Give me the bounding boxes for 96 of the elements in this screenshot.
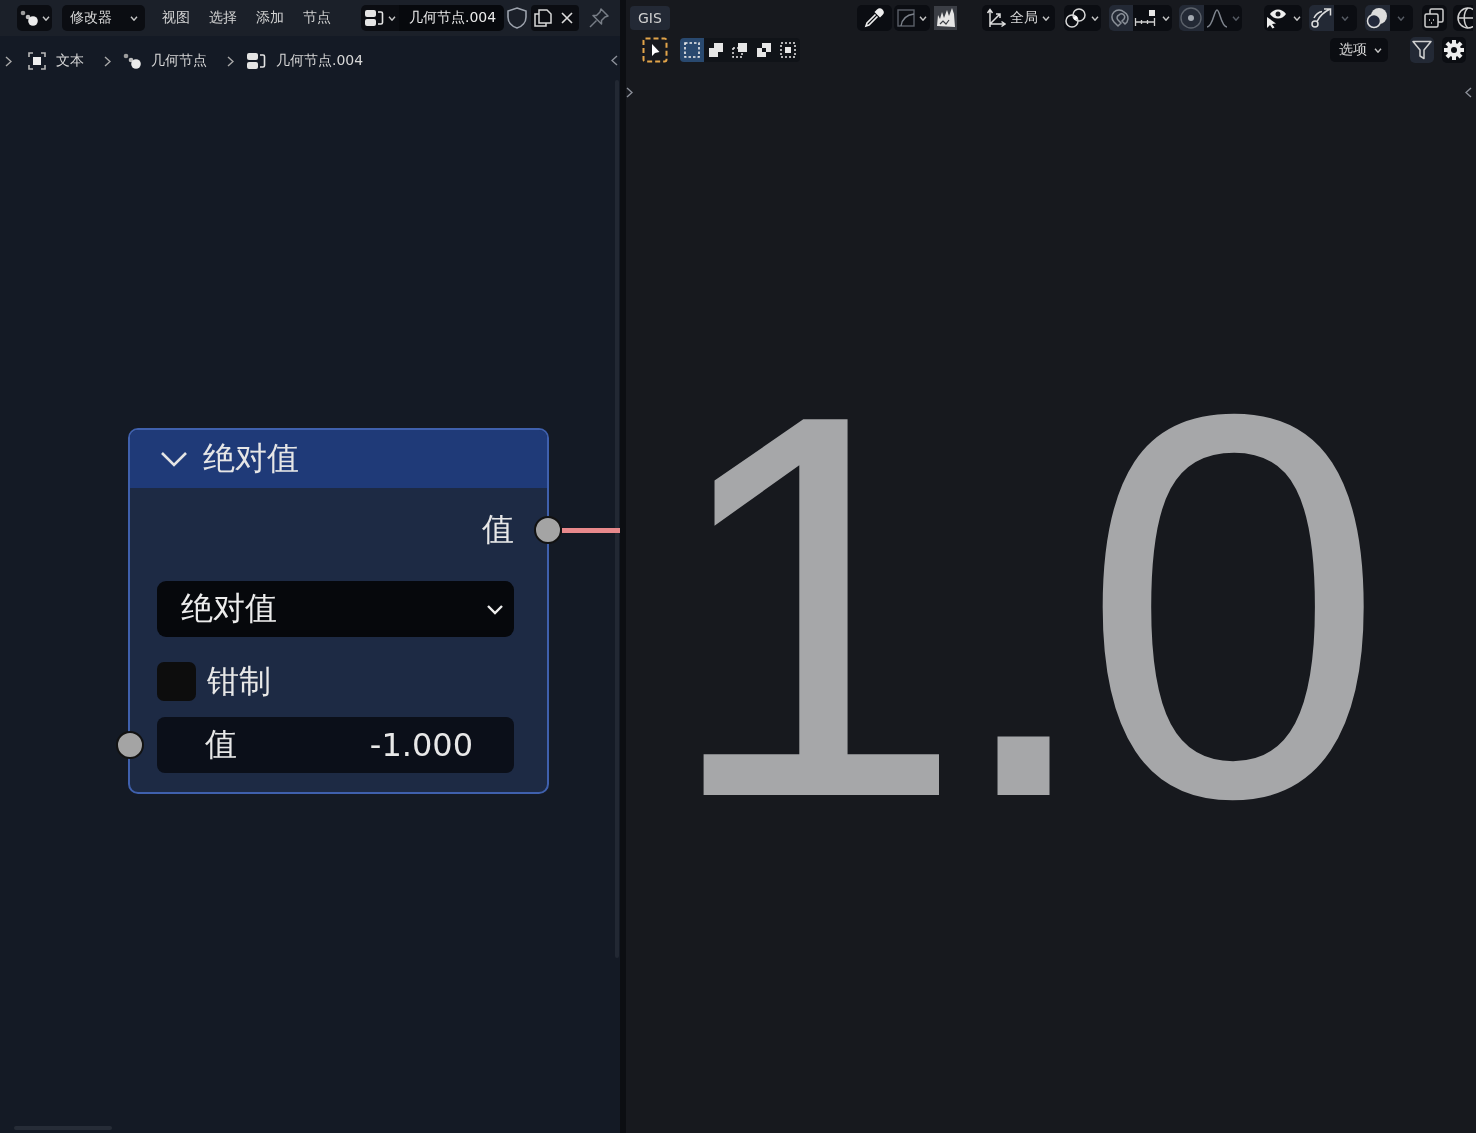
gis-menu-button[interactable]: GIS [630, 6, 670, 30]
subtract-squares-icon [732, 42, 748, 58]
options-dropdown[interactable]: 选项 [1330, 38, 1388, 62]
menu-item[interactable]: 视图 [158, 5, 194, 31]
target-icon [1180, 7, 1203, 29]
nodes-icon [123, 53, 141, 69]
menu-item[interactable]: 添加 [252, 5, 288, 31]
axes-icon [986, 8, 1007, 28]
falloff-dropdown[interactable] [1203, 5, 1242, 31]
editor-type-button[interactable] [17, 5, 52, 31]
bell-curve-icon [1205, 8, 1228, 28]
output-socket[interactable] [534, 516, 562, 544]
breadcrumb-label: 几何节点.004 [276, 52, 364, 70]
checkbox-label: 钳制 [207, 660, 271, 702]
orientation-dropdown[interactable]: 全局 [981, 5, 1055, 31]
pivot-point-dropdown[interactable] [1063, 5, 1101, 31]
eyedropper-button[interactable] [856, 5, 892, 31]
difference-squares-icon [756, 42, 772, 58]
selection-mode-button[interactable] [704, 38, 728, 62]
node-tree-icon [364, 9, 384, 27]
xray-toggle[interactable] [1421, 5, 1447, 31]
curved-arrow-icon [1310, 7, 1333, 29]
merged-squares-icon [708, 42, 724, 58]
input-socket[interactable] [116, 731, 144, 759]
selection-mode-button[interactable] [680, 38, 704, 62]
caret-icon [1341, 15, 1350, 21]
selection-mode-button[interactable] [776, 38, 800, 62]
caret-icon [1374, 47, 1382, 53]
proportional-edit-toggle[interactable] [1178, 5, 1204, 31]
curve-button[interactable] [893, 5, 930, 31]
overlapping-squares-icon [1424, 8, 1445, 28]
overlapping-circles-icon [1366, 7, 1389, 29]
copy-icon [534, 9, 552, 27]
caret-icon [918, 15, 927, 21]
menu-item[interactable]: 选择 [205, 5, 241, 31]
texture-preview-icon[interactable] [933, 6, 957, 30]
node-title: 绝对值 [203, 438, 299, 479]
close-icon [561, 12, 573, 24]
filter-button[interactable] [1410, 37, 1434, 63]
breadcrumb-label: 文本 [56, 52, 84, 70]
shading-button[interactable] [1452, 5, 1473, 31]
chevron-left-icon[interactable] [1465, 87, 1472, 98]
caret-icon [388, 15, 396, 21]
snap-target-dropdown[interactable] [1132, 5, 1172, 31]
node-tree-button[interactable] [361, 5, 399, 31]
snap-toggle[interactable] [1108, 5, 1133, 31]
node-header[interactable]: 绝对值 [130, 430, 547, 488]
caret-icon [1231, 15, 1240, 21]
chevron-right-icon [5, 55, 12, 67]
caret-icon [130, 15, 138, 21]
magnet-icon [1110, 8, 1131, 28]
checkbox[interactable] [157, 662, 196, 701]
breadcrumb-label: 几何节点 [151, 52, 207, 70]
value-number: -1.000 [369, 726, 473, 764]
node-tree-icon [246, 52, 266, 70]
globe-icon [1456, 7, 1473, 29]
node-panel[interactable]: 绝对值 值 绝对值 钳制 值 -1.000 [128, 428, 549, 794]
output-label: 值 [482, 509, 514, 550]
settings-icon [1443, 39, 1465, 61]
node-tree-name-field[interactable]: 几何节点.004 [399, 5, 504, 31]
gizmo-toggle[interactable] [1308, 5, 1334, 31]
caret-icon [1042, 15, 1051, 21]
text-object: 1.0 [662, 388, 1368, 825]
chevron-right-icon[interactable] [626, 87, 633, 98]
overlay-toggle[interactable] [1364, 5, 1390, 31]
chevron-left-icon[interactable] [611, 55, 618, 66]
value-field[interactable]: 值 -1.000 [157, 717, 514, 773]
linked-rings-icon [1065, 8, 1088, 28]
chevron-right-icon [227, 55, 234, 67]
duplicate-button[interactable] [531, 5, 555, 31]
settings-button[interactable] [1442, 37, 1466, 63]
chevron-right-icon [104, 55, 111, 67]
frame-icon [28, 52, 46, 70]
mode-dropdown[interactable]: 修改器 [62, 5, 145, 31]
pin-icon[interactable] [589, 8, 609, 28]
eyedropper-icon [864, 8, 885, 28]
dashed-square-icon [684, 42, 700, 58]
node-link[interactable] [562, 527, 620, 533]
curve-icon [896, 9, 915, 27]
intersect-squares-icon [780, 42, 796, 58]
nodes-icon [19, 10, 38, 26]
caret-icon [1397, 15, 1406, 21]
menu-item[interactable]: 节点 [299, 5, 335, 31]
caret-icon [41, 15, 50, 21]
shield-icon[interactable] [507, 7, 527, 29]
value-label: 值 [205, 724, 237, 765]
caret-icon [1162, 15, 1171, 21]
chevron-down-icon [486, 603, 504, 615]
chevron-down-icon[interactable] [160, 451, 188, 467]
select-box-icon[interactable] [642, 37, 668, 63]
unlink-button[interactable] [555, 5, 579, 31]
caret-icon [1091, 15, 1100, 21]
caret-icon [1292, 15, 1301, 21]
filter-icon [1412, 40, 1432, 60]
visibility-dropdown[interactable] [1263, 5, 1302, 31]
operation-dropdown[interactable]: 绝对值 [157, 581, 514, 637]
